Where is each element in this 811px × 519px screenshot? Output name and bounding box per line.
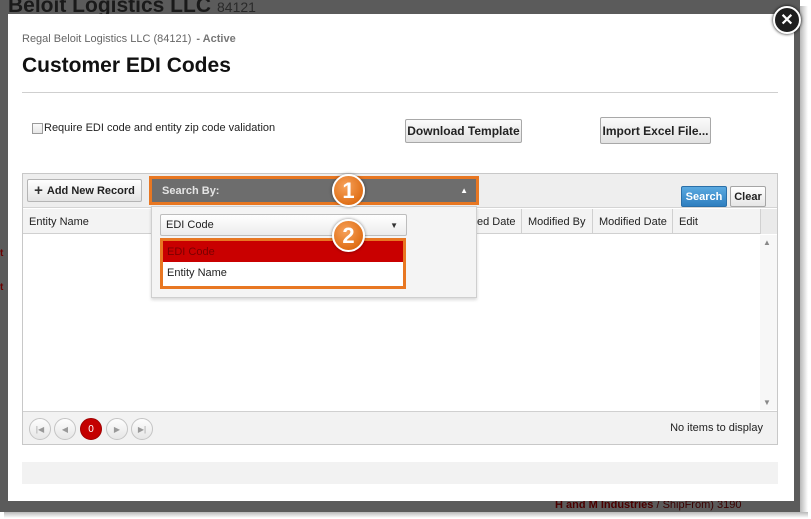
scroll-up-icon[interactable]: ▲ <box>763 238 771 247</box>
column-edit: Edit <box>672 209 760 234</box>
close-icon[interactable]: ✕ <box>773 6 801 34</box>
zip-validation-option: Require EDI code and entity zip code val… <box>32 122 275 134</box>
scroll-down-icon[interactable]: ▼ <box>763 398 771 407</box>
divider <box>22 92 778 93</box>
page-title: Customer EDI Codes <box>22 54 231 77</box>
search-by-toggle[interactable]: Search By: ▲ <box>149 176 479 205</box>
clear-button[interactable]: Clear <box>730 186 766 207</box>
add-new-record-button[interactable]: + Add New Record <box>27 179 142 202</box>
column-entity-name[interactable]: Entity Name <box>23 209 89 234</box>
zip-validation-label: Require EDI code and entity zip code val… <box>44 122 276 134</box>
header-scroll-spacer <box>760 209 777 234</box>
search-by-panel: EDI Code ▼ EDI Code Entity Name <box>151 206 477 298</box>
select-value: EDI Code <box>166 219 214 231</box>
dialog-footer <box>22 462 778 484</box>
previous-page-icon[interactable]: ◀ <box>54 418 76 440</box>
window-shadow <box>800 6 808 516</box>
step-1-callout: 1 <box>332 174 365 207</box>
first-page-icon[interactable]: |◀ <box>29 418 51 440</box>
plus-icon: + <box>34 182 43 199</box>
dialog-subtitle: Regal Beloit Logistics LLC (84121) - Acti… <box>22 33 236 45</box>
last-page-icon[interactable]: ▶| <box>131 418 153 440</box>
chevron-down-icon: ▼ <box>390 221 398 230</box>
search-field-options: EDI Code Entity Name <box>160 238 406 289</box>
background-side-text: t <box>0 282 4 293</box>
import-excel-button[interactable]: Import Excel File... <box>600 117 711 144</box>
column-modified-date[interactable]: Modified Date <box>592 209 672 234</box>
window-shadow <box>4 512 808 518</box>
column-modified-by[interactable]: Modified By <box>521 209 592 234</box>
search-field-select[interactable]: EDI Code ▼ <box>160 214 407 236</box>
caret-up-icon: ▲ <box>460 186 468 195</box>
search-by-label: Search By: <box>162 184 220 197</box>
download-template-button[interactable]: Download Template <box>405 119 522 143</box>
grid-pager: |◀ ◀ 0 ▶ ▶| No items to display <box>23 411 777 444</box>
option-entity-name[interactable]: Entity Name <box>163 262 403 283</box>
step-2-callout: 2 <box>332 219 365 252</box>
vertical-scrollbar[interactable] <box>760 235 777 410</box>
pager-status: No items to display <box>670 422 763 434</box>
current-page-button[interactable]: 0 <box>80 418 102 440</box>
status-label: - Active <box>196 33 236 45</box>
customer-edi-codes-dialog: Regal Beloit Logistics LLC (84121) - Acti… <box>8 14 794 501</box>
zip-validation-checkbox[interactable] <box>32 122 43 134</box>
option-edi-code[interactable]: EDI Code <box>163 241 403 262</box>
search-button[interactable]: Search <box>681 186 727 207</box>
next-page-icon[interactable]: ▶ <box>106 418 128 440</box>
background-side-text: t <box>0 248 4 259</box>
